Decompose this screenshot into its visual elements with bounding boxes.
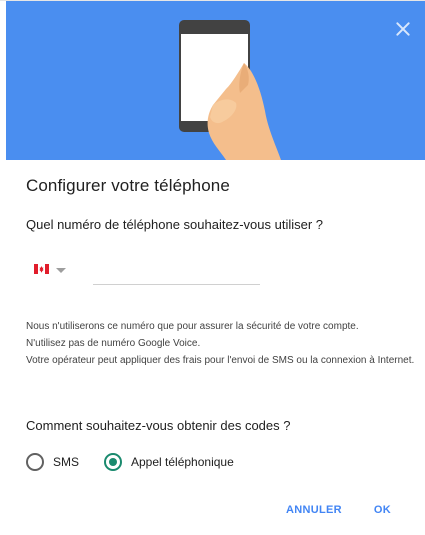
- setup-phone-dialog: Configurer votre téléphone Quel numéro d…: [0, 160, 425, 535]
- codes-question: Comment souhaitez-vous obtenir des codes…: [26, 418, 291, 433]
- radio-phone-call-label: Appel téléphonique: [131, 455, 234, 469]
- radio-unselected-icon[interactable]: [26, 453, 44, 471]
- radio-phone-call[interactable]: Appel téléphonique: [104, 452, 234, 472]
- hero-banner: [6, 1, 425, 160]
- dialog-title: Configurer votre téléphone: [26, 176, 230, 195]
- info-line: Votre opérateur peut appliquer des frais…: [26, 355, 415, 366]
- info-line: N'utilisez pas de numéro Google Voice.: [26, 338, 201, 349]
- radio-dot: [109, 458, 117, 466]
- chevron-down-icon[interactable]: [54, 264, 68, 276]
- info-line: Nous n'utiliserons ce numéro que pour as…: [26, 321, 359, 332]
- canada-flag-icon[interactable]: [34, 264, 49, 274]
- hand-holding-phone-illustration: [179, 20, 281, 160]
- ok-button[interactable]: OK: [374, 500, 391, 520]
- delivery-method-group: SMS Appel téléphonique: [26, 452, 326, 472]
- phone-number-input[interactable]: [93, 260, 260, 285]
- phone-number-question: Quel numéro de téléphone souhaitez-vous …: [26, 217, 324, 232]
- dialog-actions: ANNULER OK: [286, 500, 391, 520]
- info-text: Nous n'utiliserons ce numéro que pour as…: [26, 318, 416, 369]
- phone-number-row: [34, 260, 274, 286]
- close-icon[interactable]: [393, 19, 413, 39]
- radio-sms-label: SMS: [53, 455, 80, 469]
- radio-sms[interactable]: SMS: [26, 452, 79, 472]
- radio-selected-icon[interactable]: [104, 453, 122, 471]
- cancel-button[interactable]: ANNULER: [286, 500, 342, 520]
